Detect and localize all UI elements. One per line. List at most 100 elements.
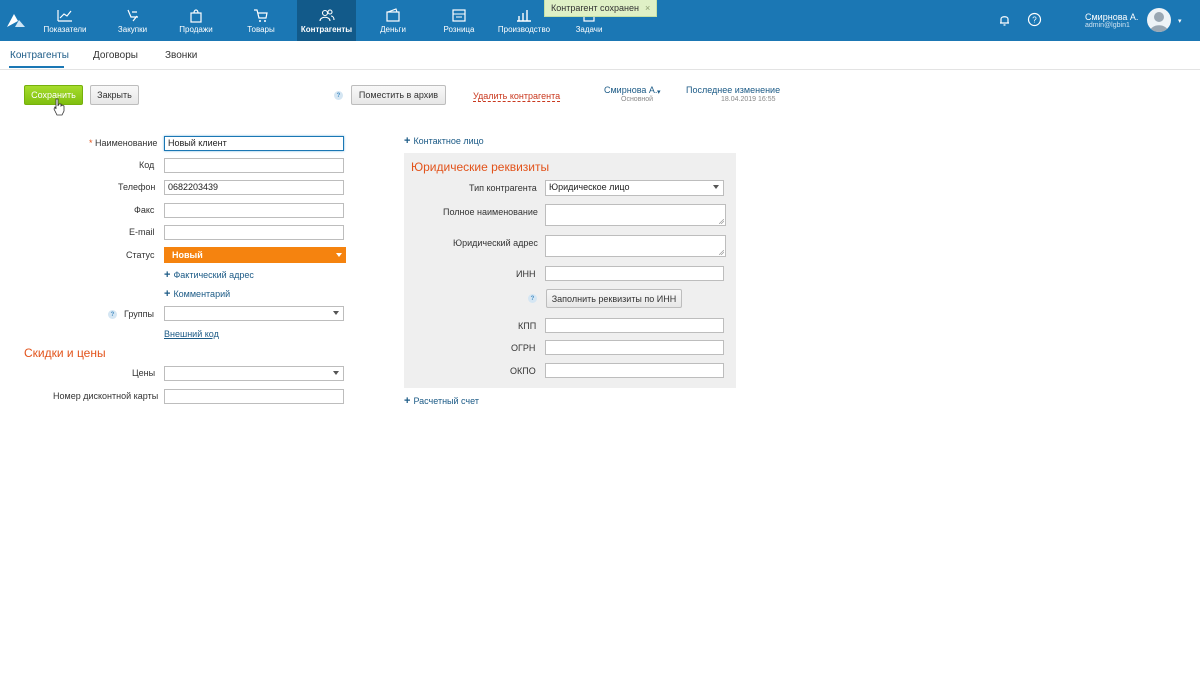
nav-item-retail[interactable]: Розница bbox=[437, 0, 481, 41]
inn-field[interactable] bbox=[545, 266, 724, 281]
nav-item-money[interactable]: Деньги bbox=[372, 0, 414, 41]
legal-address-textarea[interactable] bbox=[545, 235, 726, 257]
user-login: admin@lgbin1 bbox=[1085, 22, 1130, 29]
hand-cursor-icon bbox=[52, 98, 66, 116]
top-navigation-bar: Показатели Закупки Продажи Товары Контра… bbox=[0, 0, 1200, 41]
nav-label: Товары bbox=[247, 24, 275, 34]
counterparty-type-label: Тип контрагента bbox=[469, 183, 537, 193]
delete-counterparty-link[interactable]: Удалить контрагента bbox=[473, 91, 561, 102]
kpp-field[interactable] bbox=[545, 318, 724, 333]
nav-item-indicators[interactable]: Показатели bbox=[40, 0, 90, 41]
phone-field[interactable]: 0682203439 bbox=[164, 180, 344, 195]
bell-icon[interactable] bbox=[997, 12, 1012, 27]
nav-label: Показатели bbox=[43, 24, 87, 34]
help-icon[interactable]: ? bbox=[1027, 12, 1042, 27]
external-code-link[interactable]: Внешний код bbox=[164, 329, 219, 339]
email-label: E-mail bbox=[129, 227, 155, 237]
tab-calls[interactable]: Звонки bbox=[165, 50, 197, 61]
nav-label: Задачи bbox=[575, 24, 603, 34]
owner-role: Основной bbox=[621, 96, 654, 103]
chevron-down-icon bbox=[333, 311, 339, 315]
purchases-icon bbox=[124, 8, 142, 23]
okpo-label: ОКПО bbox=[510, 366, 536, 376]
nav-label: Производство bbox=[497, 24, 551, 34]
add-actual-address-link[interactable]: + Фактический адрес bbox=[164, 269, 254, 281]
prices-label: Цены bbox=[132, 368, 156, 378]
close-icon[interactable]: × bbox=[645, 3, 650, 13]
nav-label: Закупки bbox=[117, 24, 148, 34]
phone-label: Телефон bbox=[118, 182, 156, 192]
people-icon bbox=[318, 8, 336, 23]
inn-label: ИНН bbox=[516, 269, 536, 279]
user-name[interactable]: Смирнова А. bbox=[1085, 12, 1138, 22]
email-field[interactable] bbox=[164, 225, 344, 240]
legal-address-label: Юридический адрес bbox=[453, 238, 538, 248]
resize-handle-icon[interactable] bbox=[719, 219, 724, 224]
full-name-textarea[interactable] bbox=[545, 204, 726, 226]
prices-select[interactable] bbox=[164, 366, 344, 381]
tab-contracts[interactable]: Договоры bbox=[93, 50, 138, 61]
help-icon[interactable]: ? bbox=[334, 91, 343, 100]
close-button[interactable]: Закрыть bbox=[90, 85, 139, 105]
name-label: * Наименование bbox=[89, 138, 158, 148]
nav-label: Розница bbox=[443, 24, 475, 34]
discount-card-label: Номер дисконтной карты bbox=[53, 391, 159, 401]
app-logo[interactable] bbox=[6, 12, 26, 28]
plus-icon: + bbox=[404, 395, 411, 407]
nav-label: Деньги bbox=[380, 24, 406, 34]
chevron-down-icon bbox=[713, 185, 719, 189]
plus-icon: + bbox=[404, 135, 411, 147]
owner-selector[interactable]: Смирнова А. bbox=[604, 85, 657, 95]
code-field[interactable] bbox=[164, 158, 344, 173]
full-name-label: Полное наименование bbox=[443, 207, 538, 217]
name-field[interactable]: Новый клиент bbox=[164, 136, 344, 151]
groups-label: Группы bbox=[124, 309, 154, 319]
status-label: Статус bbox=[126, 250, 155, 260]
ogrn-label: ОГРН bbox=[511, 343, 536, 353]
add-contact-person-link[interactable]: + Контактное лицо bbox=[404, 135, 484, 147]
legal-details-title: Юридические реквизиты bbox=[411, 160, 550, 174]
last-change-date: 18.04.2019 16:55 bbox=[721, 96, 776, 103]
discount-card-field[interactable] bbox=[164, 389, 344, 404]
nav-item-products[interactable]: Товары bbox=[240, 0, 282, 41]
saved-notification: Контрагент сохранен × bbox=[544, 0, 658, 17]
last-change-link[interactable]: Последнее изменение bbox=[686, 85, 780, 95]
kpp-label: КПП bbox=[518, 321, 537, 331]
fax-label: Факс bbox=[134, 205, 155, 215]
active-tab-indicator bbox=[9, 66, 64, 68]
archive-button[interactable]: Поместить в архив bbox=[351, 85, 446, 105]
nav-label: Продажи bbox=[179, 24, 213, 34]
add-comment-link[interactable]: + Комментарий bbox=[164, 288, 230, 300]
nav-item-sales[interactable]: Продажи bbox=[172, 0, 220, 41]
nav-item-purchases[interactable]: Закупки bbox=[110, 0, 155, 41]
add-bank-account-link[interactable]: + Расчетный счет bbox=[404, 395, 479, 407]
groups-select[interactable] bbox=[164, 306, 344, 321]
chevron-down-icon[interactable]: ▾ bbox=[657, 88, 661, 96]
avatar[interactable] bbox=[1147, 8, 1171, 32]
okpo-field[interactable] bbox=[545, 363, 724, 378]
tab-counterparties[interactable]: Контрагенты bbox=[10, 50, 69, 61]
wallet-icon bbox=[384, 7, 402, 23]
help-icon[interactable]: ? bbox=[108, 310, 117, 319]
nav-label: Контрагенты bbox=[300, 24, 353, 34]
cart-icon bbox=[252, 8, 270, 23]
status-value: Новый bbox=[172, 250, 203, 260]
svg-text:?: ? bbox=[1032, 16, 1037, 25]
code-label: Код bbox=[139, 160, 155, 170]
toast-text: Контрагент сохранен bbox=[551, 3, 639, 13]
status-select[interactable]: Новый bbox=[164, 247, 346, 263]
fill-by-inn-button[interactable]: Заполнить реквизиты по ИНН bbox=[546, 289, 682, 308]
ogrn-field[interactable] bbox=[545, 340, 724, 355]
section-tabs: Контрагенты Договоры Звонки bbox=[0, 41, 1200, 70]
bar-chart-icon bbox=[515, 8, 533, 23]
chevron-down-icon[interactable]: ▾ bbox=[1178, 17, 1182, 25]
chart-line-icon bbox=[56, 8, 74, 23]
plus-icon: + bbox=[164, 288, 171, 300]
nav-item-counterparties[interactable]: Контрагенты bbox=[297, 0, 356, 41]
chevron-down-icon bbox=[333, 371, 339, 375]
resize-handle-icon[interactable] bbox=[719, 250, 724, 255]
fax-field[interactable] bbox=[164, 203, 344, 218]
counterparty-type-select[interactable]: Юридическое лицо bbox=[545, 180, 724, 196]
help-icon[interactable]: ? bbox=[528, 294, 537, 303]
store-icon bbox=[450, 8, 468, 23]
